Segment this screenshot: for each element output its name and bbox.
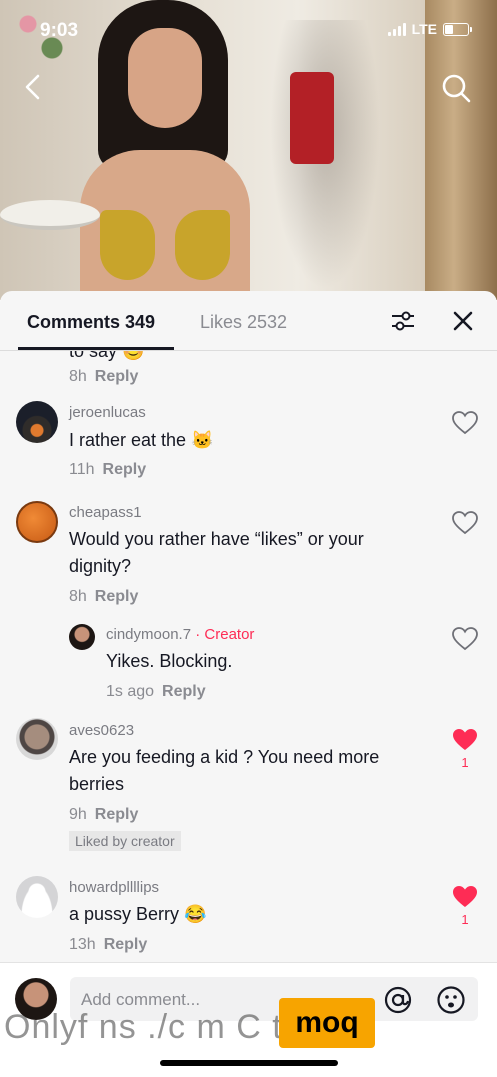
avatar[interactable]	[16, 401, 58, 443]
reply-link[interactable]: Reply	[103, 461, 147, 478]
heart-outline-icon[interactable]	[452, 411, 478, 435]
battery-icon	[443, 22, 472, 36]
basketball-avatar[interactable]	[16, 501, 58, 543]
comment-text: Yikes. Blocking.	[106, 651, 233, 671]
comment-text: Are you feeding a kid ? You need more be…	[69, 747, 380, 794]
reply-link[interactable]: Reply	[162, 683, 206, 700]
network-label: LTE	[411, 21, 437, 37]
comment-meta: 13h Reply	[69, 936, 148, 953]
avatar[interactable]	[16, 718, 58, 760]
mention-icon[interactable]	[383, 985, 413, 1015]
like-count: 1	[461, 755, 469, 770]
comment-username[interactable]: cindymoon.7	[106, 626, 191, 643]
network-status: LTE	[387, 21, 472, 37]
emoji-icon[interactable]	[436, 985, 466, 1015]
liked-by-creator-badge: Liked by creator	[69, 831, 181, 851]
default-avatar[interactable]	[16, 876, 58, 918]
close-icon[interactable]	[450, 308, 476, 334]
comment-username[interactable]: aves0623	[69, 722, 134, 739]
tab-bar: Comments 349 Likes 2532	[0, 291, 497, 351]
tab-likes[interactable]: Likes 2532	[200, 312, 287, 333]
plate	[0, 200, 100, 230]
comment-text: Would you rather have “likes” or your di…	[69, 529, 364, 576]
heart-outline-icon[interactable]	[452, 627, 478, 651]
reply-link[interactable]: Reply	[95, 368, 139, 385]
comment-text: I rather eat the 🐱	[69, 430, 214, 450]
heart-filled-icon[interactable]	[452, 885, 478, 909]
heart-filled-icon[interactable]	[452, 728, 478, 752]
reply-link[interactable]: Reply	[104, 936, 148, 953]
heart-outline-icon[interactable]	[452, 511, 478, 535]
watermark-badge: moq	[279, 998, 375, 1048]
like-count: 1	[461, 912, 469, 927]
comments-sheet: Comments 349 Likes 2532 to say 😊 8h Reply…	[0, 291, 497, 1077]
comment-meta: 8h Reply	[69, 588, 139, 605]
signal-icon	[387, 22, 406, 36]
status-bar: 9:03 LTE	[0, 0, 497, 60]
avatar[interactable]	[69, 624, 95, 650]
comment-meta: 11h Reply	[69, 461, 147, 478]
comment-input-placeholder: Add comment...	[81, 990, 201, 1009]
comment-list[interactable]: to say 😊 8h Reply jeroenlucas I rather ea…	[0, 351, 497, 961]
creator-label: · Creator	[191, 626, 255, 643]
comment-username[interactable]: howardpllllips	[69, 879, 159, 896]
filter-sliders-icon[interactable]	[390, 308, 416, 334]
search-icon[interactable]	[440, 72, 472, 104]
tab-comments[interactable]: Comments 349	[27, 312, 155, 333]
status-time: 9:03	[40, 20, 79, 41]
comment-username[interactable]: cheapass1	[69, 504, 142, 521]
reply-link[interactable]: Reply	[95, 588, 139, 605]
comment-meta: 8h Reply	[69, 368, 139, 385]
comment-meta: 1s ago Reply	[106, 683, 206, 700]
comment-username[interactable]: jeroenlucas	[69, 404, 146, 421]
comment-text-partial: to say 😊	[69, 351, 145, 361]
reply-link[interactable]: Reply	[95, 806, 139, 823]
reply-username-line: cindymoon.7 · Creator	[106, 626, 254, 643]
home-indicator[interactable]	[160, 1060, 338, 1066]
comment-text: a pussy Berry 😂	[69, 904, 207, 924]
comment-meta: 9h Reply	[69, 806, 139, 823]
active-tab-indicator	[18, 347, 174, 350]
back-arrow-icon[interactable]	[18, 72, 48, 102]
